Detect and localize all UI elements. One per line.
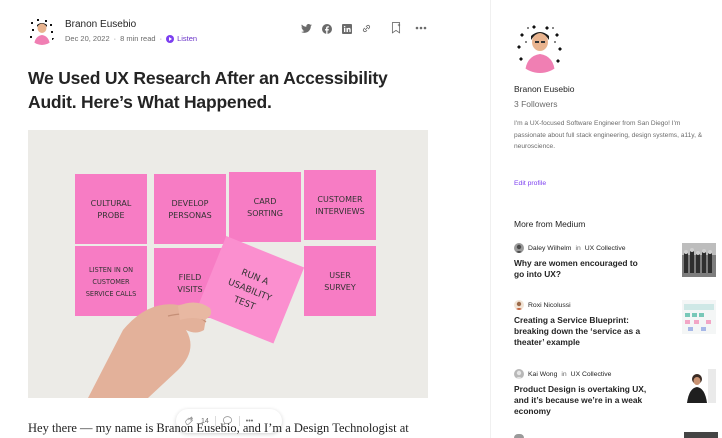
story-author[interactable]: Roxi Nicolussi: [528, 302, 571, 309]
sticky-note: CULTURAL PROBE: [75, 174, 147, 244]
follower-count[interactable]: 3 Followers: [514, 99, 557, 109]
link-icon[interactable]: [361, 23, 372, 34]
sticky-note-text: DEVELOP: [171, 199, 208, 208]
in-label: in: [561, 370, 567, 378]
sticky-note: LISTEN IN ON CUSTOMER SERVICE CALLS: [75, 246, 147, 316]
story-title[interactable]: Product Design is overtaking UX, and it’…: [514, 384, 649, 417]
sticky-note-text: CUSTOMER: [92, 278, 130, 286]
in-label: in: [575, 244, 581, 252]
story-title[interactable]: Why are women encouraged to go into UX?: [514, 258, 649, 280]
sticky-note: CUSTOMER INTERVIEWS: [304, 170, 376, 240]
author-avatar[interactable]: [28, 17, 56, 45]
sticky-note-text: CULTURAL: [91, 199, 132, 208]
play-icon: [166, 34, 175, 43]
linkedin-icon[interactable]: [341, 23, 352, 34]
sticky-note-text: VISITS: [177, 285, 202, 294]
story-card[interactable]: Daley Wilhelm in UX Collective Why are w…: [514, 243, 716, 280]
author-name[interactable]: Branon Eusebio: [65, 19, 136, 30]
sticky-note: DEVELOP PERSONAS: [154, 174, 226, 244]
sticky-note-text: INTERVIEWS: [315, 207, 364, 216]
sticky-note-text: FIELD: [179, 273, 202, 282]
article-actions: [391, 22, 427, 34]
bookmark-icon[interactable]: [391, 22, 401, 34]
twitter-icon[interactable]: [301, 23, 312, 34]
article-column: Branon Eusebio Dec 20, 2022 · 8 min read…: [0, 0, 490, 438]
sticky-note-text: LISTEN IN ON: [89, 266, 133, 274]
profile-name[interactable]: Branon Eusebio: [514, 84, 575, 94]
more-from-medium-heading: More from Medium: [514, 219, 586, 229]
listen-button[interactable]: Listen: [166, 34, 197, 43]
share-icons: [301, 23, 372, 34]
read-time: 8 min read: [120, 34, 156, 43]
meta-separator: ·: [113, 34, 117, 43]
author-avatar: [514, 369, 524, 379]
story-card[interactable]: Kai Wong in UX Collective Product Design…: [514, 369, 716, 417]
story-title[interactable]: Creating a Service Blueprint: breaking d…: [514, 315, 649, 348]
sticky-note-text: PROBE: [97, 211, 124, 220]
story-thumbnail[interactable]: [682, 300, 716, 334]
sticky-note-text: SORTING: [247, 209, 283, 218]
profile-bio: I'm a UX-focused Software Engineer from …: [514, 120, 703, 150]
story-thumbnail[interactable]: [682, 243, 716, 277]
author-avatar: [514, 243, 524, 253]
hero-image: CULTURAL PROBE DEVELOP PERSONAS CARD SORTING C…: [28, 130, 428, 398]
story-thumbnail[interactable]: [684, 432, 718, 438]
sticky-note: CARD SORTING: [229, 172, 301, 242]
sticky-note-text: CARD: [254, 197, 277, 206]
story-card[interactable]: Roxi Nicolussi Creating a Service Bluepr…: [514, 300, 716, 348]
sticky-note-text: SURVEY: [324, 283, 356, 292]
sticky-note-text: PERSONAS: [168, 211, 211, 220]
profile-avatar[interactable]: [514, 21, 566, 73]
author-avatar: [514, 300, 524, 310]
sticky-note-text: SERVICE CALLS: [86, 290, 137, 298]
article-title: We Used UX Research After an Accessibili…: [28, 68, 388, 112]
story-publication[interactable]: UX Collective: [585, 245, 626, 252]
story-thumbnail[interactable]: [682, 369, 716, 403]
sidebar: Branon Eusebio 3 Followers I'm a UX-focu…: [490, 0, 722, 438]
author-avatar: [514, 434, 524, 438]
author-row: Branon Eusebio Dec 20, 2022 · 8 min read…: [28, 17, 432, 47]
sticky-note-text: USER: [329, 271, 351, 280]
story-author[interactable]: Daley Wilhelm: [528, 245, 571, 252]
article-body-first-line: Hey there — my name is Branon Eusebio, a…: [28, 421, 409, 435]
story-publication[interactable]: UX Collective: [571, 371, 612, 378]
sticky-note: USER SURVEY: [304, 246, 376, 316]
article-meta: Dec 20, 2022 · 8 min read · Listen: [65, 34, 197, 43]
more-options-icon[interactable]: [415, 26, 427, 30]
sticky-note-text: CUSTOMER: [317, 195, 363, 204]
facebook-icon[interactable]: [321, 23, 332, 34]
listen-label: Listen: [177, 34, 198, 43]
meta-separator: ·: [159, 34, 163, 43]
edit-profile-link[interactable]: Edit profile: [514, 180, 546, 187]
publish-date: Dec 20, 2022: [65, 34, 110, 43]
story-author[interactable]: Kai Wong: [528, 371, 557, 378]
